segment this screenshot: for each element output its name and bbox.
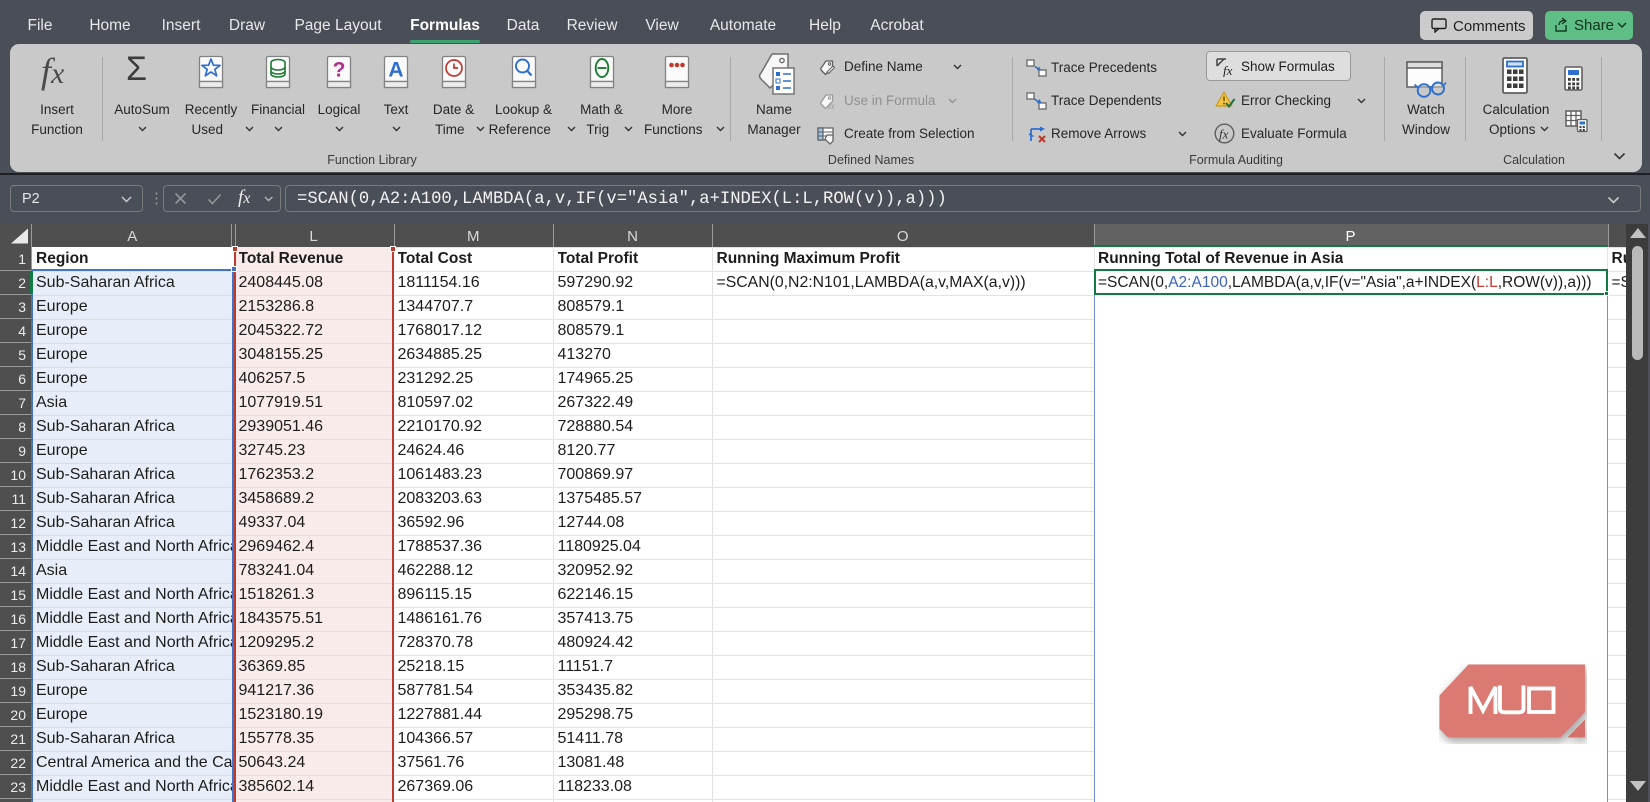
svg-text:?: ?: [333, 59, 346, 82]
svg-text:fx: fx: [1223, 63, 1233, 77]
svg-text:fx: fx: [1219, 127, 1229, 142]
svg-text:fx: fx: [828, 101, 835, 110]
svg-text:A: A: [388, 59, 403, 82]
